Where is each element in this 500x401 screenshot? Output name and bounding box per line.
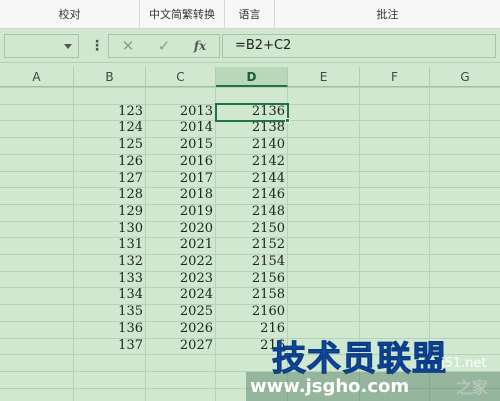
formula-bar: ⋮ ✕ ✓ fx =B2+C2	[0, 29, 500, 63]
chevron-down-icon[interactable]	[64, 44, 72, 49]
insert-function-button[interactable]: fx	[185, 35, 215, 57]
cell-b10[interactable]: 131	[74, 236, 146, 254]
cell-d10[interactable]: 2152	[216, 236, 288, 254]
enter-icon[interactable]: ✓	[149, 35, 179, 57]
cell-c7[interactable]: 2018	[146, 186, 216, 204]
ribbon-group-chinese-conversion: 中文简繁转换	[140, 0, 225, 29]
column-header-a[interactable]: A	[0, 67, 74, 87]
cell-b4[interactable]: 125	[74, 136, 146, 154]
more-options-icon[interactable]: ⋮	[90, 36, 104, 56]
cell-c16[interactable]: 2027	[146, 337, 216, 355]
fill-handle[interactable]	[285, 118, 290, 123]
cell-c3[interactable]: 2014	[146, 119, 216, 137]
cell-d4[interactable]: 2140	[216, 136, 288, 154]
formula-input[interactable]: =B2+C2	[222, 34, 496, 58]
cell-b15[interactable]: 136	[74, 320, 146, 338]
ribbon-group-proofing: 校对	[0, 0, 140, 29]
cell-c14[interactable]: 2025	[146, 303, 216, 321]
formula-tools: ✕ ✓ fx	[108, 34, 220, 58]
cell-b5[interactable]: 126	[74, 153, 146, 171]
active-cell-d2[interactable]	[215, 103, 289, 122]
column-header-d[interactable]: D	[216, 67, 288, 87]
cell-c8[interactable]: 2019	[146, 203, 216, 221]
cell-b11[interactable]: 132	[74, 253, 146, 271]
ribbon-group-language: 语言	[225, 0, 275, 29]
column-header-g[interactable]: G	[430, 67, 500, 87]
cell-d8[interactable]: 2148	[216, 203, 288, 221]
cell-d14[interactable]: 2160	[216, 303, 288, 321]
cell-c5[interactable]: 2016	[146, 153, 216, 171]
cell-d11[interactable]: 2154	[216, 253, 288, 271]
cell-c11[interactable]: 2022	[146, 253, 216, 271]
cell-d7[interactable]: 2146	[216, 186, 288, 204]
column-header-c[interactable]: C	[146, 67, 216, 87]
cell-c10[interactable]: 2021	[146, 236, 216, 254]
cell-b14[interactable]: 135	[74, 303, 146, 321]
watermark-side-text: j51.net	[441, 356, 487, 371]
grid-line	[0, 87, 500, 88]
cancel-icon[interactable]: ✕	[113, 35, 143, 57]
watermark-url: www.jsgho.com	[246, 372, 500, 401]
cell-c13[interactable]: 2024	[146, 286, 216, 304]
cell-b3[interactable]: 124	[74, 119, 146, 137]
cell-b13[interactable]: 134	[74, 286, 146, 304]
cell-c15[interactable]: 2026	[146, 320, 216, 338]
column-header-f[interactable]: F	[360, 67, 430, 87]
cell-b16[interactable]: 137	[74, 337, 146, 355]
column-header-e[interactable]: E	[288, 67, 360, 87]
ribbon-group-comments: 批注	[376, 8, 399, 21]
cell-d13[interactable]: 2158	[216, 286, 288, 304]
column-header-b[interactable]: B	[74, 67, 146, 87]
cell-b7[interactable]: 128	[74, 186, 146, 204]
cell-c4[interactable]: 2015	[146, 136, 216, 154]
ribbon-group-bar: 校对 中文简繁转换 语言 批注	[0, 0, 500, 29]
name-box[interactable]	[4, 34, 79, 58]
cell-b8[interactable]: 129	[74, 203, 146, 221]
cell-d5[interactable]: 2142	[216, 153, 288, 171]
